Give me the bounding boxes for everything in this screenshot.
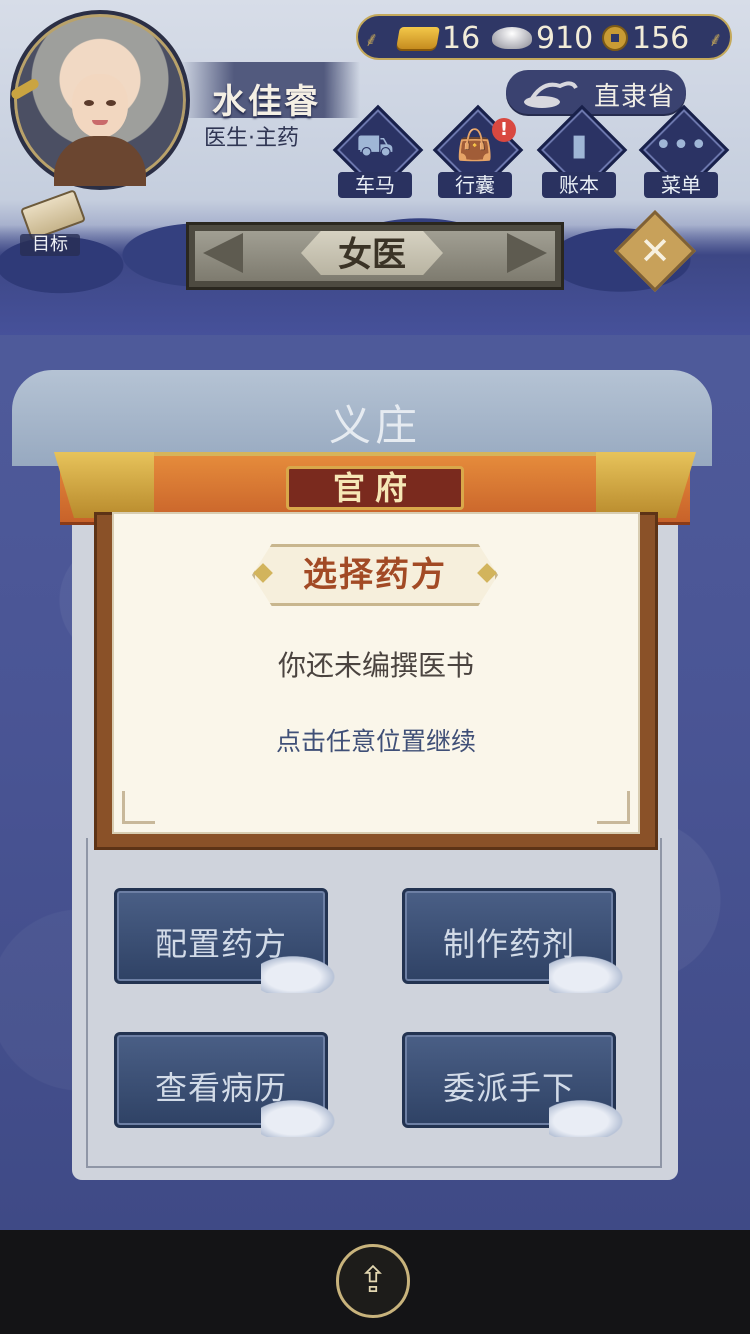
notification-badge: ! [492, 118, 516, 142]
menu-carriage-button[interactable]: ⛟ 车马 [332, 104, 424, 198]
action-label: 查看病历 [154, 1069, 287, 1107]
close-icon[interactable]: ✕ [626, 222, 684, 280]
notice-title: 选择药方 [303, 555, 447, 595]
menu-more-button[interactable]: ••• 菜单 [638, 104, 730, 198]
silver-counter: 910 [492, 20, 593, 56]
ledger-icon: ▮ [570, 128, 588, 163]
action-label: 配置药方 [154, 925, 287, 963]
menu-label: 账本 [542, 172, 616, 198]
action-label: 委派手下 [442, 1069, 575, 1107]
gold-ingot-icon [396, 27, 440, 49]
corner-ornament [122, 791, 155, 824]
notice-hint[interactable]: 点击任意位置继续 [112, 722, 640, 758]
corner-ornament [597, 791, 630, 824]
incense-burner-icon [524, 81, 578, 108]
plaque-text: 官府 [332, 469, 417, 507]
gold-amount: 16 [442, 20, 481, 56]
copper-coin-icon [602, 25, 628, 51]
banner-title: 女医 [338, 235, 406, 275]
avatar-eye-right [106, 100, 116, 106]
menu-label: 车马 [338, 172, 412, 198]
location-button[interactable]: 直隶省 [506, 70, 686, 114]
carriage-icon: ⛟ [356, 128, 394, 163]
assign-subordinate-button[interactable]: 委派手下 [402, 1032, 629, 1137]
make-medicine-button[interactable]: 制作药剂 [402, 888, 629, 993]
target-button[interactable]: 目标 [10, 189, 90, 266]
menu-dots-icon: ••• [654, 128, 708, 163]
location-banner: 女医 [186, 222, 564, 290]
chevron-right-icon [507, 233, 547, 273]
menu-label: 菜单 [644, 172, 718, 198]
avatar-face [72, 74, 128, 138]
action-label: 制作药剂 [442, 925, 575, 963]
gold-counter: 16 [396, 20, 481, 56]
hairpin-icon [9, 77, 41, 101]
bamboo-icon: ⸙ [364, 27, 379, 51]
configure-prescription-button[interactable]: 配置药方 [114, 888, 341, 993]
menu-label: 行囊 [438, 172, 512, 198]
location-name: 直隶省 [594, 82, 676, 112]
share-icon[interactable]: ⇪ [336, 1244, 410, 1318]
player-avatar[interactable] [9, 10, 190, 190]
view-records-button[interactable]: 查看病历 [114, 1032, 341, 1137]
avatar-robe [54, 136, 146, 186]
silver-ingot-icon [492, 27, 532, 49]
player-name: 水佳睿 [212, 82, 320, 122]
place-name: 义庄 [328, 401, 421, 450]
bamboo-icon: ⸙ [708, 27, 723, 51]
copper-counter: 156 [602, 20, 689, 56]
currency-bar: ⸙ 16 910 156 ⸙ [356, 14, 732, 60]
copper-amount: 156 [632, 20, 690, 56]
menu-ledger-button[interactable]: ▮ 账本 [536, 104, 628, 198]
menu-bag-button[interactable]: 👜 ! 行囊 [432, 104, 524, 198]
target-label: 目标 [20, 234, 80, 256]
player-title: 医生·主药 [204, 126, 299, 151]
notice-message: 你还未编撰医书 [277, 649, 474, 682]
avatar-mouth [92, 120, 108, 125]
chevron-left-icon [203, 233, 243, 273]
avatar-eye-left [84, 100, 94, 106]
silver-amount: 910 [536, 20, 594, 56]
